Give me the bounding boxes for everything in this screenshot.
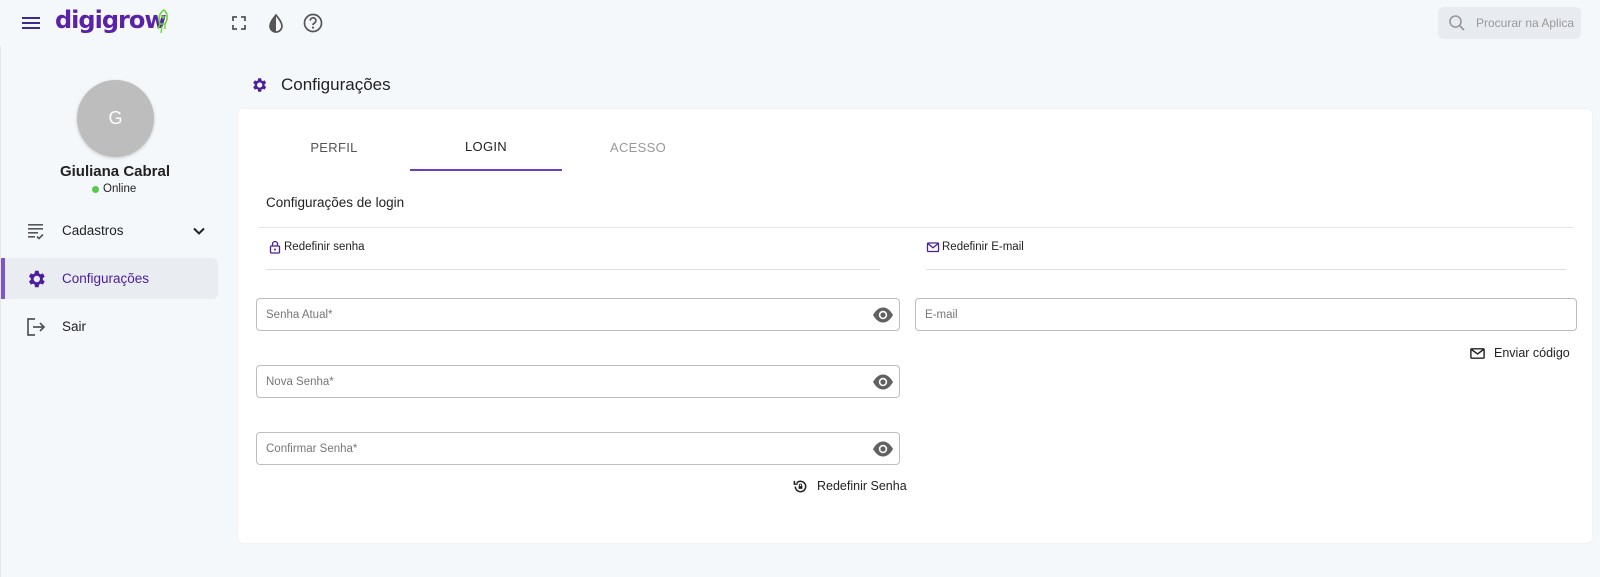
status-dot-icon	[92, 185, 99, 193]
fullscreen-icon[interactable]	[228, 12, 250, 34]
current-password-input[interactable]	[266, 306, 856, 324]
eye-icon[interactable]	[872, 372, 894, 392]
search-icon	[1448, 14, 1466, 32]
logout-icon	[25, 316, 47, 338]
new-password-field	[256, 365, 900, 398]
gear-icon	[25, 268, 47, 290]
top-bar: digigrow	[0, 0, 1600, 46]
tab-login[interactable]: LOGIN	[410, 123, 562, 171]
new-password-input[interactable]	[266, 373, 856, 391]
sidebar-item-configuracoes[interactable]: Configurações	[1, 258, 218, 299]
mail-icon	[926, 242, 940, 253]
search-input[interactable]	[1476, 13, 1574, 33]
sidebar: G Giuliana Cabral Online Cadastros Confi…	[0, 46, 226, 577]
send-code-label: Enviar código	[1494, 346, 1570, 360]
page-title: Configurações	[281, 75, 391, 94]
confirm-password-input[interactable]	[266, 440, 856, 458]
menu-icon[interactable]	[19, 12, 43, 34]
password-panel-header: Redefinir senha	[268, 237, 365, 257]
status-label: Online	[103, 183, 137, 195]
reset-password-button[interactable]: Redefinir Senha	[792, 474, 907, 498]
avatar[interactable]: G	[77, 80, 154, 157]
search-box	[1438, 7, 1581, 39]
current-password-field	[256, 298, 900, 331]
confirm-password-field	[256, 432, 900, 465]
gear-icon	[250, 76, 268, 94]
sidebar-item-sair[interactable]: Sair	[5, 306, 218, 347]
chevron-down-icon[interactable]	[191, 223, 207, 239]
lock-icon	[269, 240, 281, 254]
help-icon[interactable]	[302, 12, 324, 34]
tab-acesso: ACESSO	[610, 139, 666, 155]
mail-icon	[1470, 347, 1485, 359]
divider	[926, 269, 1566, 270]
sidebar-item-label: Cadastros	[62, 223, 124, 238]
user-status: Online	[92, 183, 136, 195]
divider	[258, 227, 1574, 228]
email-field	[915, 298, 1577, 331]
settings-card: PERFIL LOGIN ACESSO Configurações de log…	[238, 109, 1592, 543]
tab-perfil[interactable]: PERFIL	[258, 123, 410, 171]
sidebar-item-label: Configurações	[62, 271, 150, 286]
email-panel-header: Redefinir E-mail	[926, 237, 1024, 257]
email-panel-title: Redefinir E-mail	[942, 241, 1024, 253]
section-title: Configurações de login	[266, 195, 405, 210]
divider	[266, 269, 880, 270]
password-panel-title: Redefinir senha	[284, 241, 365, 253]
rocket-logo-icon	[153, 8, 171, 36]
eye-icon[interactable]	[872, 439, 894, 459]
sidebar-item-cadastros[interactable]: Cadastros	[5, 210, 218, 251]
eye-icon[interactable]	[872, 305, 894, 325]
list-check-icon	[25, 220, 47, 242]
app-logo[interactable]: digigrow	[55, 6, 166, 34]
sidebar-item-label: Sair	[62, 319, 87, 334]
reset-password-label: Redefinir Senha	[817, 479, 907, 493]
user-name: Giuliana Cabral	[59, 163, 171, 180]
contrast-icon[interactable]	[265, 12, 287, 34]
send-code-button[interactable]: Enviar código	[1469, 341, 1570, 365]
page-header: Configurações	[250, 74, 391, 96]
email-input[interactable]	[925, 306, 1533, 324]
lock-reset-icon	[793, 480, 807, 492]
